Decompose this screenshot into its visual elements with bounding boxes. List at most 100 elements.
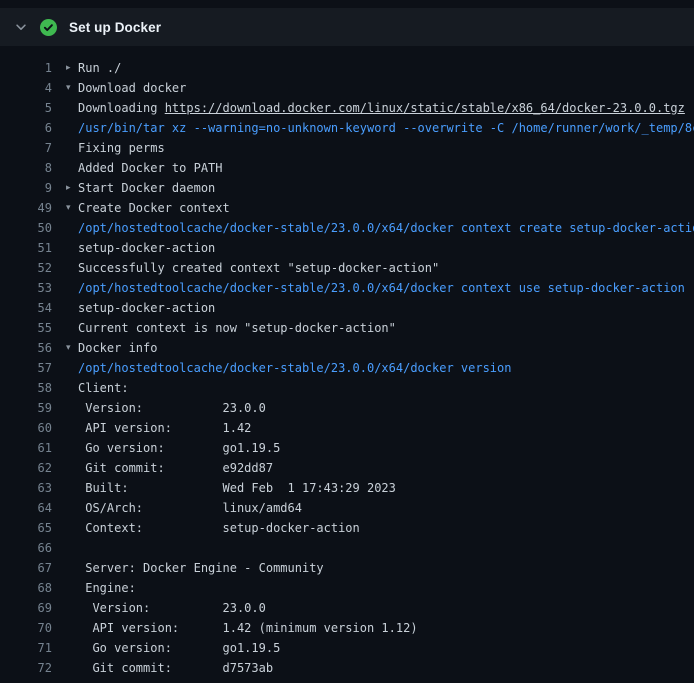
group-header-label[interactable]: Create Docker context [78, 198, 230, 218]
line-text: /opt/hostedtoolcache/docker-stable/23.0.… [78, 278, 685, 298]
log-lines: 1 ▸ Run ./ 4 ▾ Download docker 5 Downloa… [0, 46, 694, 678]
line-text: Git commit: d7573ab [78, 658, 273, 678]
line-number[interactable]: 60 [0, 418, 52, 438]
line-number[interactable]: 50 [0, 218, 52, 238]
line-number[interactable]: 53 [0, 278, 52, 298]
line-number[interactable]: 68 [0, 578, 52, 598]
gutter-gap [52, 518, 66, 538]
log-line: 55 Current context is now "setup-docker-… [0, 318, 694, 338]
line-number[interactable]: 49 [0, 198, 52, 218]
line-number[interactable]: 72 [0, 658, 52, 678]
group-toggle-icon [66, 378, 78, 398]
log-line: 7 Fixing perms [0, 138, 694, 158]
log-line: 52 Successfully created context "setup-d… [0, 258, 694, 278]
gutter-gap [52, 338, 66, 358]
group-header-label[interactable]: Docker info [78, 338, 157, 358]
line-text: Version: 23.0.0 [78, 398, 266, 418]
log-line: 72 Git commit: d7573ab [0, 658, 694, 678]
line-text: API version: 1.42 (minimum version 1.12) [78, 618, 418, 638]
line-text: Git commit: e92dd87 [78, 458, 273, 478]
line-number[interactable]: 55 [0, 318, 52, 338]
log-line: 65 Context: setup-docker-action [0, 518, 694, 538]
group-toggle-icon[interactable]: ▸ [66, 58, 78, 78]
log-line: 51 setup-docker-action [0, 238, 694, 258]
log-line: 58 Client: [0, 378, 694, 398]
line-number[interactable]: 63 [0, 478, 52, 498]
log-line[interactable]: 56 ▾ Docker info [0, 338, 694, 358]
group-toggle-icon[interactable]: ▾ [66, 198, 78, 218]
line-text: Downloading https://download.docker.com/… [78, 98, 685, 118]
gutter-gap [52, 298, 66, 318]
line-number[interactable]: 59 [0, 398, 52, 418]
line-text: /opt/hostedtoolcache/docker-stable/23.0.… [78, 218, 694, 238]
line-text: Client: [78, 378, 129, 398]
log-line: 68 Engine: [0, 578, 694, 598]
log-line: 8 Added Docker to PATH [0, 158, 694, 178]
gutter-gap [52, 658, 66, 678]
line-number[interactable]: 1 [0, 58, 52, 78]
line-number[interactable]: 52 [0, 258, 52, 278]
group-header-label[interactable]: Download docker [78, 78, 186, 98]
line-number[interactable]: 4 [0, 78, 52, 98]
gutter-gap [52, 478, 66, 498]
log-line: 63 Built: Wed Feb 1 17:43:29 2023 [0, 478, 694, 498]
group-toggle-icon [66, 278, 78, 298]
group-toggle-icon [66, 498, 78, 518]
group-toggle-icon [66, 218, 78, 238]
gutter-gap [52, 558, 66, 578]
line-number[interactable]: 69 [0, 598, 52, 618]
group-toggle-icon [66, 418, 78, 438]
line-number[interactable]: 9 [0, 178, 52, 198]
log-line[interactable]: 4 ▾ Download docker [0, 78, 694, 98]
line-number[interactable]: 8 [0, 158, 52, 178]
gutter-gap [52, 318, 66, 338]
line-number[interactable]: 67 [0, 558, 52, 578]
line-number[interactable]: 64 [0, 498, 52, 518]
line-text: Added Docker to PATH [78, 158, 223, 178]
log-line[interactable]: 49 ▾ Create Docker context [0, 198, 694, 218]
line-text: Version: 23.0.0 [78, 598, 266, 618]
group-header-label[interactable]: Run ./ [78, 58, 121, 78]
line-text: Built: Wed Feb 1 17:43:29 2023 [78, 478, 396, 498]
line-number[interactable]: 56 [0, 338, 52, 358]
log-text: Downloading [78, 101, 165, 115]
gutter-gap [52, 198, 66, 218]
line-number[interactable]: 66 [0, 538, 52, 558]
line-text: setup-docker-action [78, 298, 215, 318]
group-toggle-icon[interactable]: ▾ [66, 338, 78, 358]
log-line: 57 /opt/hostedtoolcache/docker-stable/23… [0, 358, 694, 378]
log-url-link[interactable]: https://download.docker.com/linux/static… [165, 101, 685, 115]
group-toggle-icon [66, 458, 78, 478]
log-line: 70 API version: 1.42 (minimum version 1.… [0, 618, 694, 638]
line-number[interactable]: 70 [0, 618, 52, 638]
gutter-gap [52, 458, 66, 478]
line-number[interactable]: 51 [0, 238, 52, 258]
group-toggle-icon [66, 298, 78, 318]
gutter-gap [52, 78, 66, 98]
group-toggle-icon[interactable]: ▸ [66, 178, 78, 198]
line-number[interactable]: 5 [0, 98, 52, 118]
line-number[interactable]: 58 [0, 378, 52, 398]
line-number[interactable]: 61 [0, 438, 52, 458]
gutter-gap [52, 618, 66, 638]
line-number[interactable]: 7 [0, 138, 52, 158]
line-number[interactable]: 6 [0, 118, 52, 138]
line-number[interactable]: 54 [0, 298, 52, 318]
gutter-gap [52, 418, 66, 438]
group-header-label[interactable]: Start Docker daemon [78, 178, 215, 198]
step-header[interactable]: Set up Docker [0, 8, 694, 46]
line-number[interactable]: 71 [0, 638, 52, 658]
line-number[interactable]: 57 [0, 358, 52, 378]
group-toggle-icon[interactable]: ▾ [66, 78, 78, 98]
chevron-down-icon[interactable] [14, 20, 28, 34]
log-line: 59 Version: 23.0.0 [0, 398, 694, 418]
group-toggle-icon [66, 438, 78, 458]
log-line: 50 /opt/hostedtoolcache/docker-stable/23… [0, 218, 694, 238]
log-line[interactable]: 1 ▸ Run ./ [0, 58, 694, 78]
log-line[interactable]: 9 ▸ Start Docker daemon [0, 178, 694, 198]
line-number[interactable]: 62 [0, 458, 52, 478]
line-number[interactable]: 65 [0, 518, 52, 538]
line-text: /usr/bin/tar xz --warning=no-unknown-key… [78, 118, 694, 138]
line-text: Server: Docker Engine - Community [78, 558, 324, 578]
gutter-gap [52, 238, 66, 258]
